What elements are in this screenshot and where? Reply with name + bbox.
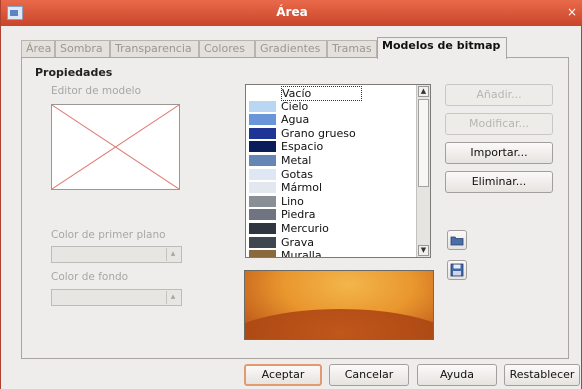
dropdown-arrow-icon: ▴ [166, 291, 179, 304]
properties-heading: Propiedades [35, 66, 113, 79]
reset-button[interactable]: Restablecer [504, 364, 580, 386]
tab-modelos-de-bitmap[interactable]: Modelos de bitmap [377, 37, 507, 59]
folder-icon [450, 236, 464, 246]
bitmap-swatch [249, 100, 276, 112]
bitmap-swatch [249, 141, 276, 153]
list-item[interactable]: Cielo [246, 100, 418, 114]
scroll-down-icon[interactable]: ▼ [418, 245, 429, 256]
list-item[interactable]: Muralla [246, 249, 418, 258]
foreground-color-select[interactable]: ▴ [51, 246, 182, 263]
bitmap-preview [244, 270, 434, 340]
bitmap-swatch [249, 127, 276, 139]
bitmap-swatch [249, 223, 276, 234]
bitmap-list[interactable]: Vacío Cielo Agua Grano grueso Espacio Metal Go… [245, 84, 431, 258]
bitmap-name: Muralla [281, 249, 322, 258]
bitmap-name: Espacio [281, 140, 324, 154]
pattern-editor[interactable] [51, 104, 180, 190]
help-button[interactable]: Ayuda [417, 364, 497, 386]
bitmap-name: Grano grueso [281, 126, 356, 140]
scroll-up-icon[interactable]: ▲ [418, 86, 429, 97]
area-dialog: Área × Área Sombra Transparencia Colores… [0, 0, 582, 389]
list-item[interactable]: Metal [246, 154, 418, 168]
bitmap-name: Piedra [281, 208, 316, 222]
bitmap-name: Cielo [281, 99, 309, 113]
ok-button[interactable]: Aceptar [244, 364, 322, 386]
tab-area[interactable]: Área [21, 40, 55, 57]
import-button[interactable]: Importar... [445, 142, 553, 164]
list-item[interactable]: Mármol [246, 181, 418, 195]
title-bar[interactable]: Área × [1, 0, 582, 26]
modify-button[interactable]: Modificar... [445, 113, 553, 135]
tab-transparencia[interactable]: Transparencia [110, 40, 199, 57]
background-color-label: Color de fondo [51, 271, 129, 283]
window-title: Área [276, 5, 308, 19]
tab-sombra[interactable]: Sombra [55, 40, 110, 57]
foreground-color-label: Color de primer plano [51, 229, 166, 241]
list-item[interactable]: Vacío [246, 86, 418, 101]
save-list-button[interactable] [447, 260, 467, 280]
list-item[interactable]: Grava [246, 236, 418, 250]
add-button[interactable]: Añadir... [445, 84, 553, 106]
background-color-select[interactable]: ▴ [51, 289, 182, 306]
bitmap-swatch [249, 114, 276, 126]
list-item[interactable]: Piedra [246, 208, 418, 222]
bitmap-name: Lino [281, 194, 304, 208]
delete-button[interactable]: Eliminar... [445, 171, 553, 193]
tab-colores[interactable]: Colores [199, 40, 255, 57]
list-scrollbar[interactable]: ▲ ▼ [416, 85, 430, 257]
save-icon [450, 263, 464, 277]
bitmap-swatch [249, 195, 276, 207]
load-list-button[interactable] [447, 230, 467, 250]
tab-gradientes[interactable]: Gradientes [255, 40, 327, 57]
tab-tramas[interactable]: Tramas [327, 40, 377, 57]
bitmap-swatch [249, 236, 276, 248]
close-icon[interactable]: × [565, 5, 579, 19]
bitmap-swatch [249, 209, 276, 221]
cancel-button[interactable]: Cancelar [329, 364, 409, 386]
bitmap-swatch [249, 182, 276, 194]
bitmap-name: Mármol [281, 181, 323, 195]
list-item[interactable]: Mercurio [246, 222, 418, 236]
list-item[interactable]: Lino [246, 195, 418, 209]
bitmap-swatch [249, 168, 276, 180]
bitmap-name: Agua [281, 113, 310, 127]
list-item[interactable]: Gotas [246, 168, 418, 182]
bitmap-name: Gotas [281, 167, 314, 181]
list-item[interactable]: Agua [246, 113, 418, 127]
dropdown-arrow-icon: ▴ [166, 248, 179, 261]
bitmap-name: Mercurio [281, 222, 329, 235]
bitmap-swatch [249, 250, 276, 257]
bitmap-name: Grava [281, 235, 315, 249]
bitmap-swatch [249, 87, 276, 98]
bitmap-swatch [249, 155, 276, 166]
bitmap-name: Metal [281, 154, 312, 167]
list-item[interactable]: Grano grueso [246, 127, 418, 141]
pattern-editor-empty-icon [51, 104, 180, 190]
scroll-thumb[interactable] [418, 99, 429, 187]
pattern-editor-label: Editor de modelo [51, 85, 141, 97]
list-item[interactable]: Espacio [246, 140, 418, 154]
